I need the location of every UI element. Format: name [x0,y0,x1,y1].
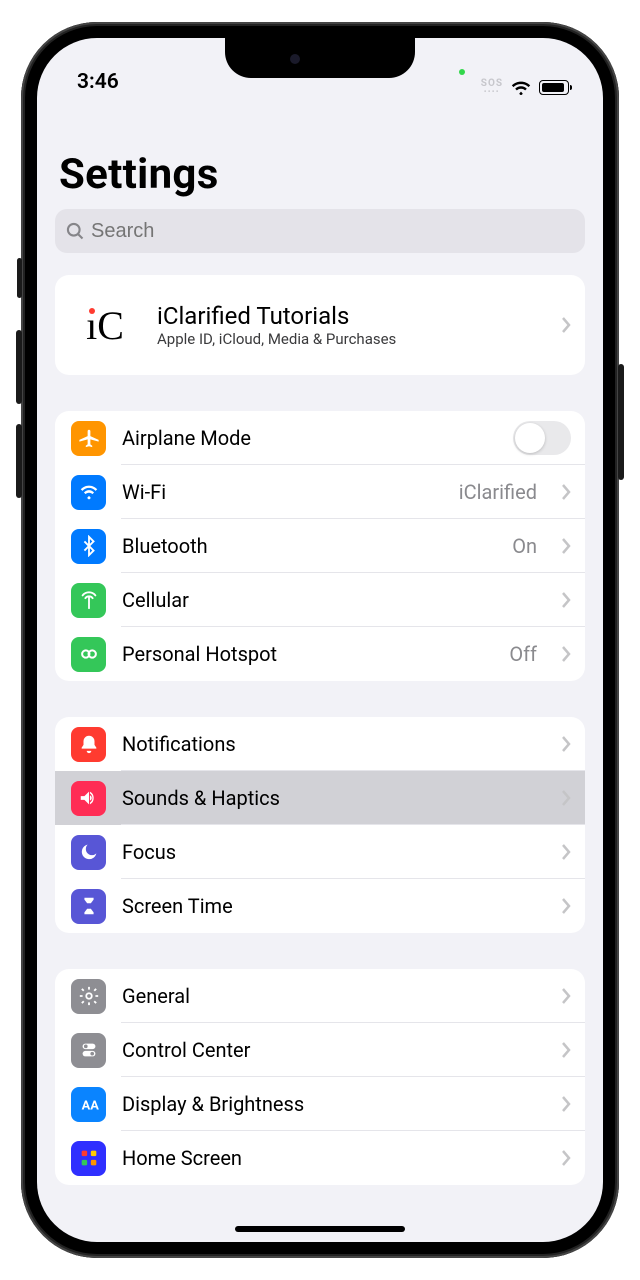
row-value: iClarified [459,480,537,504]
chevron-right-icon [561,1149,571,1167]
general-group: General Control Center AA Display & Brig… [55,969,585,1185]
hotspot-icon [71,637,106,672]
row-label: Wi-Fi [122,480,443,504]
screentime-icon [71,889,106,924]
row-label: Home Screen [122,1146,545,1170]
row-notifications[interactable]: Notifications [55,717,585,771]
row-label: Focus [122,840,545,864]
status-right: SOS •••• [481,79,569,96]
chevron-right-icon [561,843,571,861]
account-subtitle: Apple ID, iCloud, Media & Purchases [157,330,543,348]
chevron-right-icon [561,483,571,501]
row-cellular[interactable]: Cellular [55,573,585,627]
search-icon [65,221,85,241]
chevron-right-icon [561,789,571,807]
focus-icon [71,835,106,870]
row-focus[interactable]: Focus [55,825,585,879]
row-bluetooth[interactable]: Bluetooth On [55,519,585,573]
row-label: Bluetooth [122,534,496,558]
chevron-right-icon [561,897,571,915]
notch [225,38,415,78]
chevron-right-icon [561,1095,571,1113]
row-display-brightness[interactable]: AA Display & Brightness [55,1077,585,1131]
row-label: Display & Brightness [122,1092,545,1116]
chevron-right-icon [561,735,571,753]
chevron-right-icon [561,591,571,609]
row-label: General [122,984,545,1008]
screen: 3:46 SOS •••• Settings [37,38,603,1242]
row-label: Sounds & Haptics [122,786,545,810]
row-label: Cellular [122,588,545,612]
row-label: Screen Time [122,894,545,918]
airplane-icon [71,421,106,456]
home-indicator[interactable] [235,1226,405,1232]
search-bar[interactable] [55,209,585,253]
wifi-icon [511,80,531,95]
row-home-screen[interactable]: Home Screen [55,1131,585,1185]
sounds-icon [71,781,106,816]
avatar: ıC [71,291,139,359]
account-row[interactable]: ıC iClarified Tutorials Apple ID, iCloud… [55,275,585,375]
row-control-center[interactable]: Control Center [55,1023,585,1077]
row-personal-hotspot[interactable]: Personal Hotspot Off [55,627,585,681]
wifi-settings-icon [71,475,106,510]
privacy-indicator-dot [459,69,465,75]
row-label: Control Center [122,1038,545,1062]
sos-indicator: SOS •••• [481,79,503,96]
home-screen-icon [71,1141,106,1176]
chevron-right-icon [561,1041,571,1059]
page-title: Settings [55,96,585,209]
search-input[interactable] [91,220,575,243]
chevron-right-icon [561,987,571,1005]
phone-frame: 3:46 SOS •••• Settings [21,22,619,1258]
alerts-group: Notifications Sounds & Haptics Focus Scr… [55,717,585,933]
row-label: Personal Hotspot [122,642,493,666]
row-label: Airplane Mode [122,426,497,450]
row-sounds-haptics[interactable]: Sounds & Haptics [55,771,585,825]
row-wifi[interactable]: Wi-Fi iClarified [55,465,585,519]
battery-icon [539,80,569,95]
connectivity-group: Airplane Mode Wi-Fi iClarified Bluetooth… [55,411,585,681]
row-value: Off [509,642,537,666]
status-time: 3:46 [77,70,119,96]
account-name: iClarified Tutorials [157,302,543,330]
control-center-icon [71,1033,106,1068]
display-icon: AA [71,1087,106,1122]
bluetooth-icon [71,529,106,564]
row-general[interactable]: General [55,969,585,1023]
chevron-right-icon [561,316,571,334]
row-screen-time[interactable]: Screen Time [55,879,585,933]
airplane-toggle[interactable] [513,421,571,455]
row-airplane-mode[interactable]: Airplane Mode [55,411,585,465]
notifications-icon [71,727,106,762]
row-label: Notifications [122,732,545,756]
general-icon [71,979,106,1014]
chevron-right-icon [561,645,571,663]
cellular-icon [71,583,106,618]
account-group: ıC iClarified Tutorials Apple ID, iCloud… [55,275,585,375]
svg-text:AA: AA [81,1099,99,1114]
chevron-right-icon [561,537,571,555]
row-value: On [512,534,537,558]
